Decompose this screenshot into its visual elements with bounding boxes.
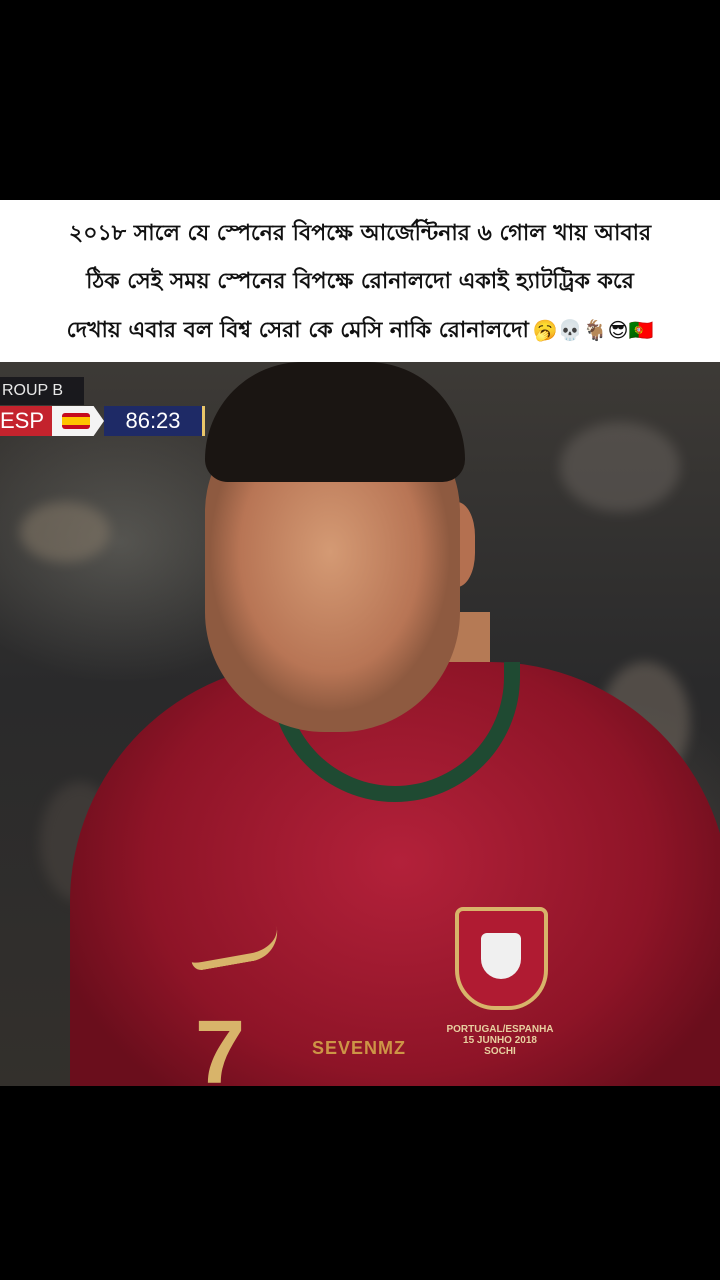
match-info-line-2: 15 JUNHO 2018 — [463, 1035, 537, 1046]
caption-line-2: ঠিক সেই সময় স্পেনের বিপক্ষে রোনালদো একা… — [86, 269, 634, 294]
match-info-line-1: PORTUGAL/ESPANHA — [446, 1024, 554, 1035]
scorebug: ESP 86:23 — [0, 406, 205, 436]
video-frame[interactable]: 7 SEVENMZ PORTUGAL/ESPANHA 15 JUNHO 2018… — [0, 362, 720, 1086]
caption-line-1: ২০১৮ সালে যে স্পেনের বিপক্ষে আর্জেন্টিনা… — [68, 221, 652, 246]
watermark: SEVENMZ — [312, 1038, 407, 1058]
jersey-number: 7 — [195, 1003, 246, 1086]
crest-shield-icon — [481, 933, 521, 979]
flag-stripes — [62, 413, 90, 429]
caption-panel: ২০১৮ সালে যে স্পেনের বিপক্ষে আর্জেন্টিনা… — [0, 200, 720, 362]
crowd-blur — [20, 502, 110, 562]
caption-line-3-text: দেখায় এবার বল বিশ্ব সেরা কে মেসি নাকি র… — [66, 318, 529, 343]
match-info-line-3: SOCHI — [484, 1046, 516, 1057]
caption-emojis: 🥱💀🐐😎🇵🇹 — [532, 318, 654, 342]
player-hair — [205, 362, 465, 482]
match-clock: 86:23 — [104, 406, 205, 436]
spain-flag-icon — [52, 406, 104, 436]
portugal-crest-icon — [455, 907, 548, 1010]
crowd-blur — [560, 422, 680, 512]
match-info: PORTUGAL/ESPANHA 15 JUNHO 2018 SOCHI — [440, 1024, 560, 1057]
scorebug-group-label: ROUP B — [0, 377, 84, 405]
team-code: ESP — [0, 406, 52, 436]
caption-line-3: দেখায় এবার বল বিশ্ব সেরা কে মেসি নাকি র… — [14, 306, 706, 355]
